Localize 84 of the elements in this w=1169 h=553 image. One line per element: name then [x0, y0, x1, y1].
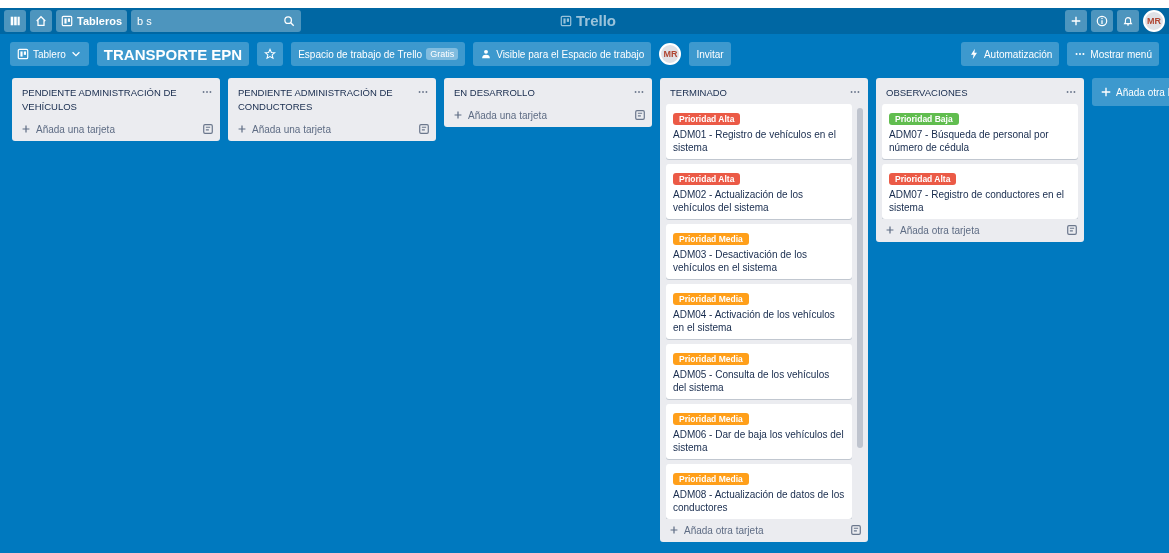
template-icon [1066, 224, 1078, 236]
card[interactable]: Prioridad Alta ADM01 - Registro de vehículos en el sistema [666, 104, 852, 159]
automation-button[interactable]: Automatización [960, 42, 1060, 66]
apps-icon [9, 15, 21, 27]
card[interactable]: Prioridad Alta ADM02 - Actualización de los vehículos del sistema [666, 164, 852, 219]
plus-icon [1100, 86, 1112, 98]
plus-icon [452, 109, 464, 121]
info-icon [1096, 15, 1108, 27]
bell-icon [1122, 15, 1134, 27]
card-title: ADM08 - Actualización de datos de los conductores [673, 488, 845, 514]
template-icon [634, 109, 646, 121]
home-icon [35, 15, 47, 27]
card[interactable]: Prioridad Media ADM04 - Activación de los vehículos en el sistema [666, 284, 852, 339]
create-button[interactable] [1065, 10, 1087, 32]
list-title: EN DESARROLLO [454, 86, 536, 100]
label-badge: Prioridad Media [673, 473, 749, 485]
plan-badge: Gratis [426, 48, 459, 60]
label-badge: Prioridad Alta [889, 173, 957, 185]
card[interactable]: Prioridad Media ADM03 - Desactivación de los vehículos en el sistema [666, 224, 852, 279]
label-badge: Prioridad Alta [673, 113, 741, 125]
label-badge: Prioridad Alta [673, 173, 741, 185]
list-title: PENDIENTE ADMINISTRACIÓN DE VEHÍCULOS [22, 86, 178, 114]
plus-icon [20, 123, 32, 135]
template-button[interactable] [850, 524, 862, 536]
visibility-button[interactable]: Visible para el Espacio de trabajo [473, 42, 652, 66]
card-title: ADM02 - Actualización de los vehículos del sistema [673, 188, 805, 214]
star-button[interactable] [257, 42, 284, 66]
add-card-button[interactable]: Añada una tarjeta [452, 109, 634, 121]
member-avatar[interactable]: MR [659, 43, 682, 65]
board-icon [17, 48, 29, 60]
template-button[interactable] [418, 123, 430, 135]
card-title: ADM06 - Dar de baja los vehículos del sistema [673, 428, 845, 454]
template-icon [850, 524, 862, 536]
user-avatar[interactable]: MR [1143, 10, 1165, 32]
logo-text: Trello [576, 12, 616, 29]
plus-icon [1070, 15, 1082, 27]
boards-button[interactable]: Tableros [56, 10, 128, 32]
card-title: ADM03 - Desactivación de los vehículos en el sistema [673, 248, 808, 274]
scrollbar[interactable] [857, 108, 863, 448]
plus-icon [884, 224, 896, 236]
home-button[interactable] [30, 10, 52, 32]
list-title: OBSERVACIONES [886, 86, 969, 100]
card-title: ADM04 - Activación de los vehículos en el sistema [673, 308, 836, 334]
label-badge: Prioridad Media [673, 233, 749, 245]
template-button[interactable] [202, 123, 214, 135]
add-list-button[interactable]: Añada otra l [1092, 78, 1169, 106]
label-badge: Prioridad Media [673, 413, 749, 425]
people-icon [480, 48, 493, 60]
invite-button[interactable]: Invitar [689, 42, 731, 66]
add-card-button[interactable]: Añada una tarjeta [236, 123, 418, 135]
list-title: PENDIENTE ADMINISTRACIÓN DE CONDUCTORES [238, 86, 394, 114]
star-icon [264, 48, 277, 60]
plus-icon [236, 123, 248, 135]
card[interactable]: Prioridad Baja ADM07 - Búsqueda de personal por número de cédula [882, 104, 1078, 159]
list-title: TERMINADO [670, 86, 728, 100]
template-button[interactable] [634, 109, 646, 121]
add-card-button[interactable]: Añada otra tarjeta [668, 524, 850, 536]
plus-icon [668, 524, 680, 536]
logo-icon [560, 14, 572, 27]
label-badge: Prioridad Baja [889, 113, 959, 125]
search-icon [283, 15, 296, 27]
card[interactable]: Prioridad Media ADM06 - Dar de baja los vehículos del sistema [666, 404, 852, 459]
board-icon [61, 15, 73, 27]
card-title: ADM05 - Consulta de los vehículos del sistema [673, 368, 831, 394]
card-title: ADM01 - Registro de vehículos en el sistema [673, 128, 837, 154]
label-badge: Prioridad Media [673, 293, 749, 305]
template-icon [202, 123, 214, 135]
card[interactable]: Prioridad Media ADM08 - Actualización de datos de los conductores [666, 464, 852, 519]
card[interactable]: Prioridad Alta ADM07 - Registro de conductores en el sistema [882, 164, 1078, 219]
workspace-button[interactable]: Espacio de trabajo de Trello Gratis [291, 42, 466, 66]
label-badge: Prioridad Media [673, 353, 749, 365]
apps-button[interactable] [4, 10, 26, 32]
add-card-button[interactable]: Añada una tarjeta [20, 123, 202, 135]
template-button[interactable] [1066, 224, 1078, 236]
card-title: ADM07 - Búsqueda de personal por número de cédula [889, 128, 1050, 154]
card-title: ADM07 - Registro de conductores en el sistema [889, 188, 1066, 214]
template-icon [418, 123, 430, 135]
view-button[interactable]: Tablero [10, 42, 89, 66]
notifications-button[interactable] [1117, 10, 1139, 32]
board-title[interactable]: TRANSPORTE EPN [96, 42, 250, 66]
card[interactable]: Prioridad Media ADM05 - Consulta de los vehículos del sistema [666, 344, 852, 399]
show-menu-button[interactable]: Mostrar menú [1067, 42, 1159, 66]
info-button[interactable] [1091, 10, 1113, 32]
add-card-button[interactable]: Añada otra tarjeta [884, 224, 1066, 236]
